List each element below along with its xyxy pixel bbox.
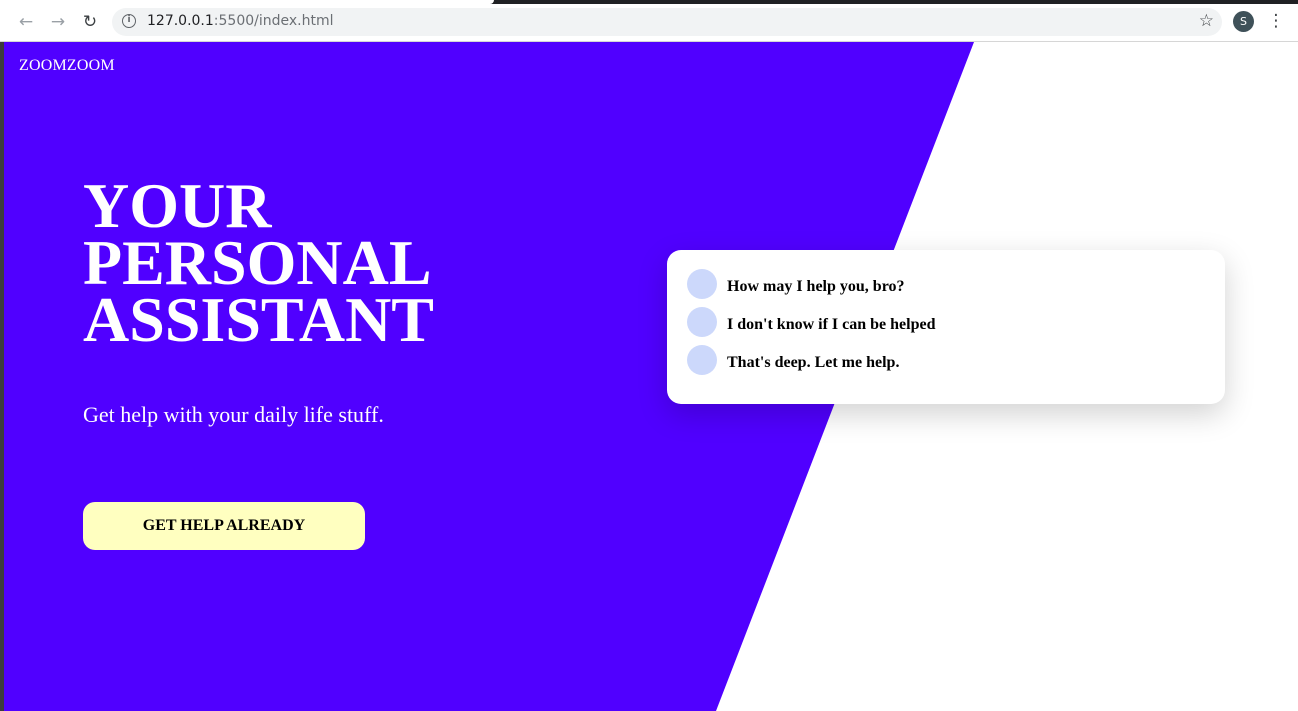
- forward-arrow-icon[interactable]: →: [47, 11, 69, 33]
- chat-message: How may I help you, bro?: [687, 269, 905, 299]
- url-text[interactable]: 127.0.0.1:5500/index.html: [147, 13, 334, 29]
- url-path: :5500/index.html: [213, 13, 334, 29]
- headline-line-1: YOUR: [83, 170, 272, 241]
- profile-avatar[interactable]: S: [1233, 11, 1254, 32]
- chat-message-text: I don't know if I can be helped: [727, 316, 936, 333]
- chat-card: How may I help you, bro? I don't know if…: [667, 250, 1225, 404]
- get-help-button[interactable]: GET HELP ALREADY: [83, 502, 365, 550]
- url-host: 127.0.0.1: [147, 13, 214, 29]
- chat-message: I don't know if I can be helped: [687, 307, 936, 337]
- info-icon[interactable]: i: [122, 14, 136, 28]
- brand-logo[interactable]: ZOOMZOOM: [19, 57, 115, 75]
- chat-message-text: How may I help you, bro?: [727, 278, 905, 295]
- chat-message: That's deep. Let me help.: [687, 345, 899, 375]
- star-icon[interactable]: ☆: [1199, 11, 1214, 31]
- chat-avatar: [687, 307, 717, 337]
- hero-headline: YOUR PERSONAL ASSISTANT: [83, 170, 434, 355]
- chat-avatar: [687, 345, 717, 375]
- headline-line-2: PERSONAL: [83, 227, 432, 298]
- browser-toolbar: ← → ↻ i 127.0.0.1:5500/index.html ☆ S ⋮: [0, 0, 1298, 42]
- window-edge: [0, 42, 4, 711]
- reload-icon[interactable]: ↻: [79, 11, 101, 33]
- chat-message-text: That's deep. Let me help.: [727, 354, 900, 371]
- page-viewport: ZOOMZOOM YOUR PERSONAL ASSISTANT Get hel…: [0, 42, 1298, 711]
- back-arrow-icon[interactable]: ←: [15, 11, 37, 33]
- kebab-menu-icon[interactable]: ⋮: [1266, 10, 1286, 32]
- tab-strip: [0, 0, 1298, 4]
- chat-avatar: [687, 269, 717, 299]
- address-bar[interactable]: i 127.0.0.1:5500/index.html ☆: [112, 8, 1222, 36]
- active-tab[interactable]: [0, 0, 494, 4]
- hero-subtitle: Get help with your daily life stuff.: [83, 402, 384, 427]
- headline-line-3: ASSISTANT: [83, 284, 434, 355]
